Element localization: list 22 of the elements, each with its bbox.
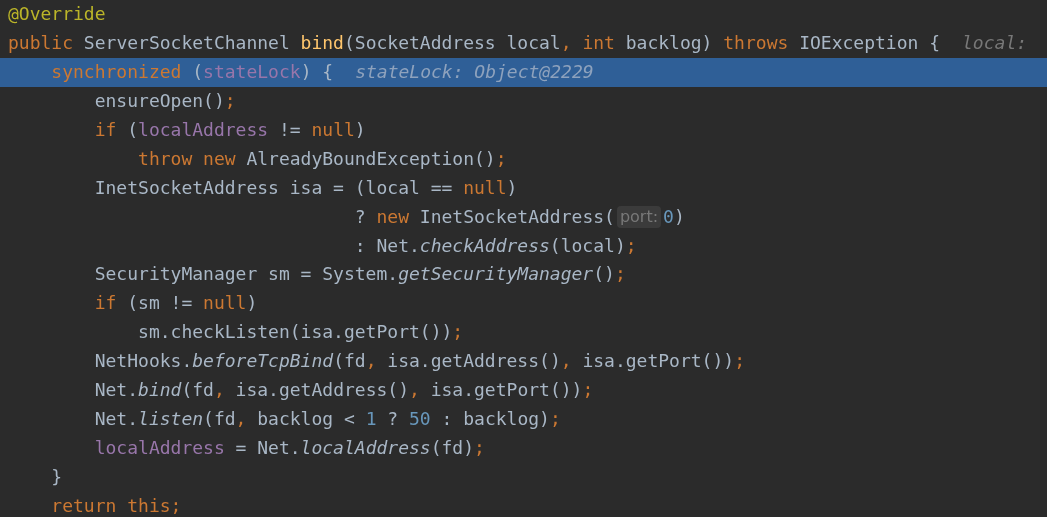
code-text: return this; [50, 494, 182, 517]
code-text: if (sm != null) [93, 292, 258, 315]
code-text: Net.bind(fd, isa.getAddress(), isa.getPort()); [93, 379, 594, 401]
parameter-hint: port: [616, 205, 662, 228]
code-text: ? new InetSocketAddress( [353, 205, 615, 228]
code-text: throw new AlreadyBoundException(); [137, 147, 507, 170]
code-text: ensureOpen(); [93, 90, 236, 113]
code-text: synchronized (stateLock) { [50, 61, 334, 84]
code-text: NetHooks.beforeTcpBind(fd, isa.getAddress(), isa.getPort()); [93, 350, 745, 373]
code-text: Net.listen(fd, backlog < 1 ? 50 : backlog); [93, 407, 561, 430]
code-text: SecurityManager sm = System.getSecurityManager(); [93, 263, 626, 286]
code-text: 0) [663, 205, 685, 228]
code-text: localAddress = Net.localAddress(fd); [93, 436, 485, 459]
code-text: sm.checkListen(isa.getPort()); [137, 321, 464, 344]
code-text: InetSocketAddress isa = (local == null) [93, 176, 518, 199]
code-text: @Override [8, 3, 106, 26]
code-text: } [50, 465, 63, 488]
code-text: if (localAddress != null) [93, 119, 366, 141]
code-text: public ServerSocketChannel bind(SocketAddress local, int backlog) throws IOException { [8, 32, 941, 55]
inline-value-hint: stateLock: Object@2229 [355, 61, 594, 84]
inline-value-hint: local: [962, 32, 1028, 55]
code-text: : Net.checkAddress(local); [353, 234, 637, 257]
